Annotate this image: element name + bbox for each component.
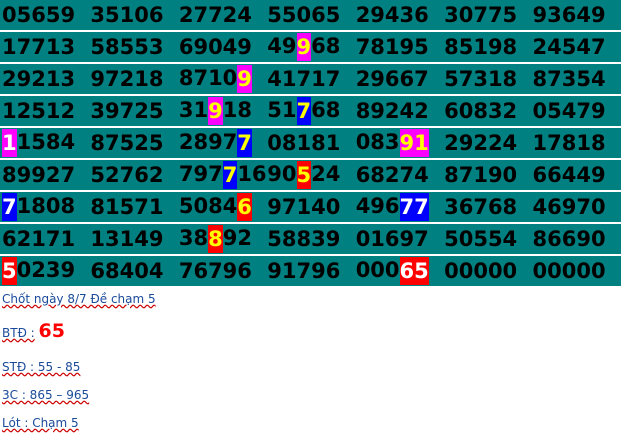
number-cell: 30775 (444, 3, 518, 27)
number-cell: 52762 (90, 163, 164, 187)
number-cell: 11584 (2, 129, 76, 157)
number-cell: 49677 (355, 193, 429, 221)
btd-value: 65 (38, 320, 65, 342)
grid-row: 05659 35106 27724 55065 29436 30775 93649 (0, 0, 621, 30)
number-cell: 87525 (90, 131, 164, 155)
number-cell: 71808 (2, 193, 76, 221)
number-cell: 86690 (532, 227, 606, 251)
number-cell: 27724 (178, 3, 252, 27)
grid-row: 71808 81571 50846 97140 49677 36768 46970 (0, 192, 621, 222)
grid-row: 11584 87525 28977 08181 08391 29224 17818 (0, 128, 621, 158)
highlighted-digit: 8 (208, 225, 223, 253)
grid-row: 50239 68404 76796 91796 00065 00000 00000 (0, 256, 621, 286)
number-cell: 68274 (355, 163, 429, 187)
number-cell: 36768 (444, 195, 518, 219)
number-cell: 66449 (532, 163, 606, 187)
number-cell: 60832 (444, 99, 518, 123)
highlighted-digit: 7 (2, 193, 17, 221)
highlighted-digit: 5 (2, 257, 17, 285)
highlighted-digit: 7 (237, 129, 252, 157)
number-cell: 29224 (444, 131, 518, 155)
number-cell: 35106 (90, 3, 164, 27)
number-cell: 97140 (267, 195, 341, 219)
number-cell: 81571 (90, 195, 164, 219)
btd-label: BTĐ : (2, 326, 35, 340)
highlighted-digit: 7 (296, 97, 312, 125)
grid-row: 17713 58553 69049 49968 78195 85198 24547 (0, 32, 621, 62)
number-cell: 62171 (2, 227, 76, 251)
number-cell: 05479 (532, 99, 606, 123)
number-cell: 17713 (2, 35, 76, 59)
number-cell: 39725 (90, 99, 164, 123)
number-cell: 28977 (178, 129, 252, 157)
number-cell: 68404 (90, 259, 164, 283)
number-cell: 93649 (532, 3, 606, 27)
highlighted-digit: 77 (399, 193, 429, 221)
number-cell: 58553 (90, 35, 164, 59)
number-cell: 76796 (178, 259, 252, 283)
number-cell: 12512 (2, 99, 76, 123)
number-cell: 00000 (532, 259, 606, 283)
number-cell: 46970 (532, 195, 606, 219)
note-std-line: STĐ : 55 - 85 (2, 360, 80, 374)
number-cell: 05659 (2, 3, 76, 27)
number-cell: 89927 (2, 163, 76, 187)
number-cell: 85198 (444, 35, 518, 59)
number-cell: 08391 (355, 129, 429, 157)
number-cell: 89242 (355, 99, 429, 123)
number-cell: 87354 (532, 67, 606, 91)
number-cell: 91796 (267, 259, 341, 283)
number-cell: 49968 (267, 33, 341, 61)
highlighted-digit: 9 (208, 97, 223, 125)
number-cell: 08181 (267, 131, 341, 155)
number-cell: 29436 (355, 3, 429, 27)
number-cell: 13149 (90, 227, 164, 251)
number-cell: 31918 (178, 97, 252, 125)
number-cell: 38892 (178, 225, 252, 253)
number-cell: 50846 (178, 193, 252, 221)
grid-row: 62171 13149 38892 58839 01697 50554 86690 (0, 224, 621, 254)
note-btd-line: BTĐ : 65 (2, 320, 65, 342)
grid-row: 89927 52762 797716 90524 68274 87190 66449 (0, 160, 621, 190)
number-cell: 29667 (355, 67, 429, 91)
number-cell: 24547 (532, 35, 606, 59)
highlighted-digit: 6 (237, 193, 252, 221)
number-cell: 78195 (355, 35, 429, 59)
number-cell: 797716 (178, 161, 267, 189)
number-cell: 17818 (532, 131, 606, 155)
number-cell: 69049 (178, 35, 252, 59)
number-cell: 97218 (90, 67, 164, 91)
highlighted-digit: 5 (296, 161, 312, 189)
number-grid: 05659 35106 27724 55065 29436 30775 93649 17713… (0, 0, 621, 288)
lot-text: Lót : Chạm 5 (2, 416, 79, 430)
number-cell: 50239 (2, 257, 76, 285)
highlighted-digit: 9 (296, 33, 312, 61)
number-cell: 58839 (267, 227, 341, 251)
grid-row: 12512 39725 31918 51768 89242 60832 05479 (0, 96, 621, 126)
number-cell: 29213 (2, 67, 76, 91)
highlighted-digit: 7 (222, 161, 238, 189)
number-cell: 00065 (355, 257, 429, 285)
note-date-line: Chốt ngày 8/7 Đề chạm 5 (2, 292, 156, 306)
highlighted-digit: 9 (237, 65, 252, 93)
highlighted-digit: 65 (399, 257, 429, 285)
note-3c-line: 3C : 865 – 965 (2, 388, 89, 402)
number-cell: 50554 (444, 227, 518, 251)
number-cell: 87109 (178, 65, 252, 93)
note-lot-line: Lót : Chạm 5 (2, 416, 79, 430)
note-date-text: Chốt ngày 8/7 Đề chạm 5 (2, 292, 156, 306)
number-cell: 01697 (355, 227, 429, 251)
std-text: STĐ : 55 - 85 (2, 360, 81, 374)
highlighted-digit: 91 (399, 129, 429, 157)
number-cell: 00000 (444, 259, 518, 283)
number-cell: 87190 (444, 163, 518, 187)
number-cell: 51768 (267, 97, 341, 125)
highlighted-digit: 1 (2, 129, 17, 157)
grid-row: 29213 97218 87109 41717 29667 57318 87354 (0, 64, 621, 94)
three-c-text: 3C : 865 – 965 (2, 388, 90, 402)
number-cell: 90524 (267, 161, 341, 189)
number-cell: 55065 (267, 3, 341, 27)
number-cell: 57318 (444, 67, 518, 91)
number-cell: 41717 (267, 67, 341, 91)
